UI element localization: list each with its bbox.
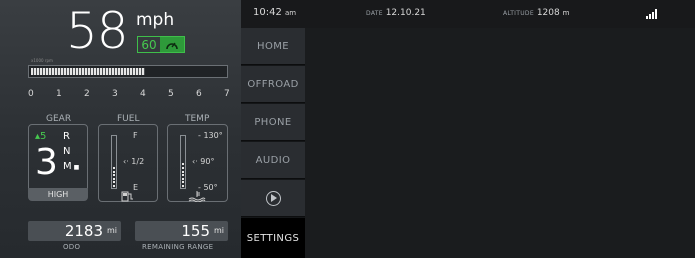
gear-mode-r: R bbox=[63, 131, 70, 142]
fuel-pump-icon bbox=[121, 191, 135, 205]
cruise-control-icon bbox=[160, 37, 184, 52]
remaining-range: 155 mi bbox=[135, 221, 228, 241]
current-gear: 3 bbox=[35, 142, 58, 183]
gauge-segment bbox=[182, 163, 184, 166]
rpm-tick-label: 7 bbox=[224, 89, 230, 99]
clock-ampm: am bbox=[285, 9, 297, 17]
range-unit: mi bbox=[213, 226, 224, 235]
range-label: REMAINING RANGE bbox=[142, 243, 214, 251]
fuel-label: FUEL bbox=[117, 114, 140, 124]
date-tag: DATE bbox=[366, 10, 383, 17]
altitude-tag: ALTITUDE bbox=[503, 10, 534, 17]
gauge-segment bbox=[113, 174, 115, 177]
nav-audio[interactable]: AUDIO bbox=[241, 142, 305, 179]
nav-phone[interactable]: PHONE bbox=[241, 104, 305, 141]
odometer: 2183 mi bbox=[28, 221, 121, 241]
side-nav: HOME OFFROAD PHONE AUDIO SETTINGS bbox=[241, 0, 305, 258]
fuel-full-label: F bbox=[133, 131, 138, 140]
main-content-area bbox=[305, 28, 695, 258]
nav-offroad[interactable]: OFFROAD bbox=[241, 66, 305, 103]
speed-limit-badge: 60 bbox=[137, 36, 185, 53]
temp-level-bar bbox=[180, 135, 186, 189]
gauge-segment bbox=[113, 170, 115, 173]
rpm-tick-label: 0 bbox=[28, 89, 34, 99]
clock-time: 10:42 bbox=[253, 7, 282, 18]
rpm-tick-label: 3 bbox=[112, 89, 118, 99]
gauge-segment bbox=[182, 174, 184, 177]
gauge-segment bbox=[182, 167, 184, 169]
rpm-bar-fill bbox=[31, 68, 145, 75]
temp-high-label: - 130° bbox=[198, 131, 223, 140]
gauge-segment bbox=[182, 185, 184, 187]
fuel-level-bar bbox=[111, 135, 117, 189]
vehicle-display: 58 mph 60 x1000 rpm 0 1 2 3 4 5 6 7 GEAR ▴5 3 R… bbox=[0, 0, 695, 258]
fuel-half-label: ‹· 1/2 bbox=[123, 157, 145, 166]
date-display: DATE 12.10.21 bbox=[366, 8, 426, 18]
signal-strength-icon bbox=[646, 8, 660, 19]
temp-label: TEMP bbox=[185, 114, 210, 124]
rpm-tick-label: 5 bbox=[168, 89, 174, 99]
rpm-tick-label: 1 bbox=[56, 89, 62, 99]
speed-value: 58 bbox=[66, 2, 129, 60]
gear-mode-m: M ■ bbox=[63, 161, 80, 172]
nav-play[interactable] bbox=[241, 180, 305, 217]
rpm-label: x1000 rpm bbox=[31, 58, 53, 63]
gear-modes: R N M ■ bbox=[63, 129, 79, 175]
fuel-gauge: F ‹· 1/2 E bbox=[98, 124, 158, 202]
play-icon bbox=[265, 190, 281, 206]
temp-mid-label: ‹· 90° bbox=[192, 157, 215, 166]
altitude-display: ALTITUDE 1208 m bbox=[503, 8, 569, 18]
gear-mode-n: N bbox=[63, 146, 71, 157]
rpm-tick-label: 2 bbox=[84, 89, 90, 99]
coolant-temp-icon bbox=[188, 191, 206, 205]
clock: 10:42 am bbox=[253, 7, 296, 18]
nav-home[interactable]: HOME bbox=[241, 28, 305, 65]
rpm-tick-label: 6 bbox=[196, 89, 202, 99]
gear-range-label: HIGH bbox=[28, 188, 88, 201]
gauge-segment bbox=[182, 181, 184, 184]
odometer-label: ODO bbox=[63, 243, 81, 251]
altitude-value: 1208 bbox=[536, 8, 560, 18]
nav-settings[interactable]: SETTINGS bbox=[241, 218, 305, 258]
gauge-segment bbox=[182, 177, 184, 180]
gauge-segment bbox=[113, 185, 115, 187]
gauge-segment bbox=[113, 181, 115, 184]
gear-label: GEAR bbox=[46, 114, 72, 124]
speed-unit: mph bbox=[136, 10, 175, 30]
speed-limit-value: 60 bbox=[141, 37, 157, 52]
shift-up-indicator: ▴5 bbox=[35, 131, 47, 142]
rpm-tick-label: 4 bbox=[140, 89, 146, 99]
range-value: 155 bbox=[181, 222, 210, 240]
odometer-value: 2183 bbox=[64, 222, 103, 240]
rpm-bar bbox=[28, 65, 228, 78]
gauge-segment bbox=[113, 177, 115, 180]
altitude-unit: m bbox=[562, 9, 570, 17]
date-value: 12.10.21 bbox=[385, 8, 426, 18]
status-bar: 10:42 am DATE 12.10.21 ALTITUDE 1208 m bbox=[241, 0, 695, 28]
instrument-cluster: 58 mph 60 x1000 rpm 0 1 2 3 4 5 6 7 GEAR ▴5 3 R… bbox=[0, 0, 241, 258]
temp-gauge: - 130° ‹· 90° - 50° bbox=[167, 124, 228, 205]
odometer-unit: mi bbox=[106, 226, 117, 235]
shift-up-gear: 5 bbox=[40, 131, 47, 142]
gauge-segment bbox=[113, 167, 115, 169]
gauge-segment bbox=[182, 170, 184, 173]
